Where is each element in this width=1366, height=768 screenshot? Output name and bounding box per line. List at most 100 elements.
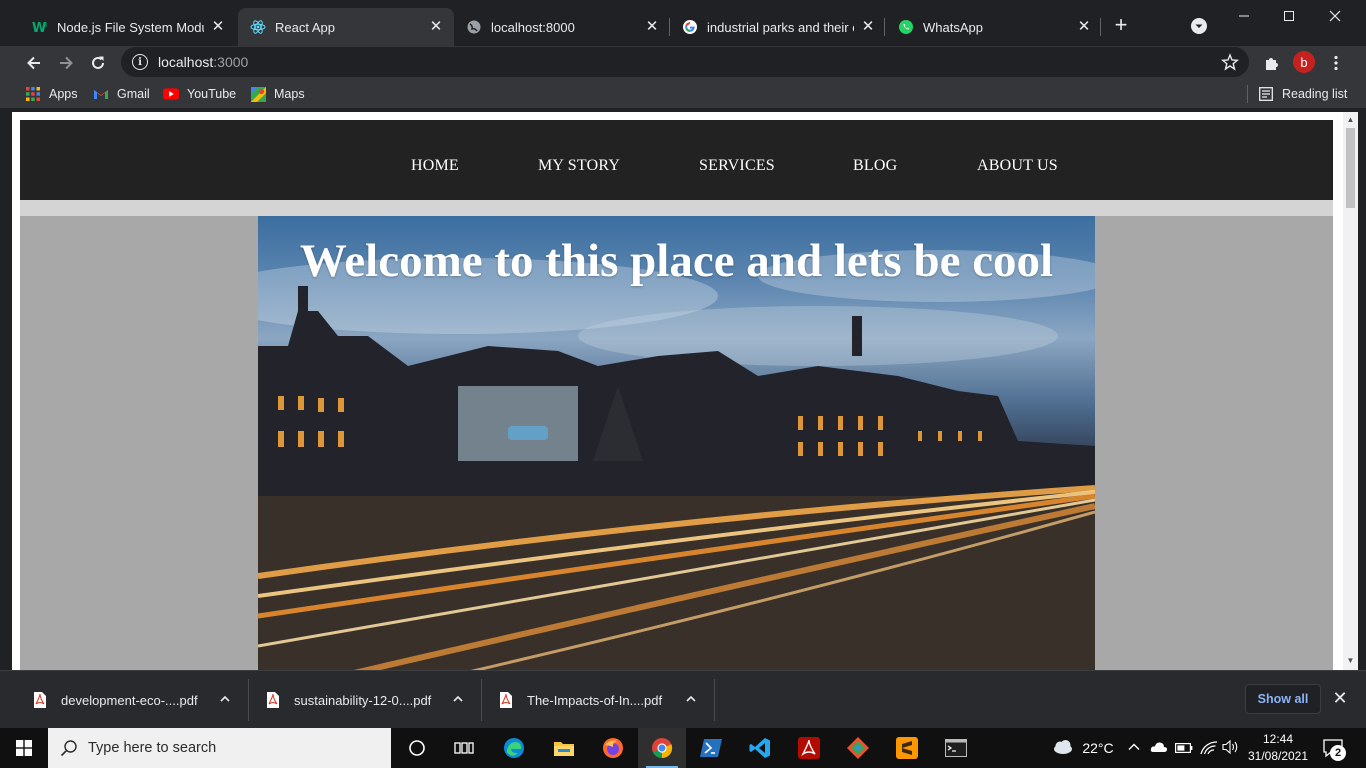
powershell-taskbar-button[interactable]	[687, 728, 735, 768]
back-button[interactable]	[21, 50, 47, 76]
gmail-icon	[93, 86, 109, 102]
page-body: Welcome to this place and lets be cool	[20, 200, 1333, 670]
nav-blog-link[interactable]: BLOG	[853, 157, 897, 175]
new-tab-button[interactable]: +	[1110, 13, 1132, 37]
chrome-menu-button[interactable]	[1323, 50, 1349, 76]
reload-button[interactable]	[85, 50, 111, 76]
task-view-button[interactable]	[440, 728, 488, 768]
download-separator	[248, 679, 249, 721]
edge-taskbar-button[interactable]	[490, 728, 538, 768]
onedrive-cloud-icon[interactable]	[1150, 740, 1168, 759]
minimize-icon	[1239, 15, 1249, 17]
scroll-down-arrow-icon[interactable]: ▼	[1346, 657, 1355, 665]
wifi-icon[interactable]	[1200, 739, 1218, 760]
reading-list-button[interactable]: Reading list	[1258, 85, 1347, 103]
task-view-icon	[454, 742, 474, 754]
firefox-taskbar-button[interactable]	[589, 728, 637, 768]
edge-icon	[504, 738, 524, 758]
sublime-taskbar-button[interactable]	[883, 728, 931, 768]
reading-list-icon	[1258, 86, 1274, 102]
weather-temperature[interactable]: 22°C	[1078, 740, 1118, 756]
close-icon[interactable]: ✕	[1331, 689, 1349, 707]
notifications-button[interactable]: 2	[1322, 738, 1348, 761]
page-scrollbar[interactable]: ▲ ▼	[1343, 112, 1358, 670]
forward-arrow-icon	[60, 56, 73, 70]
tab-localhost-8000[interactable]: localhost:8000 ✕	[454, 8, 670, 46]
file-explorer-taskbar-button[interactable]	[540, 728, 588, 768]
close-window-button[interactable]	[1312, 0, 1358, 32]
download-item[interactable]: development-eco-....pdf	[33, 671, 245, 729]
bookmark-maps[interactable]: Maps	[250, 85, 305, 103]
extensions-button[interactable]	[1259, 50, 1285, 76]
tab-react-app[interactable]: React App ✕	[238, 8, 454, 46]
taskbar-search-input[interactable]: Type here to search	[48, 728, 391, 768]
clock-time[interactable]: 12:44	[1250, 732, 1306, 746]
tab-separator	[884, 18, 885, 36]
close-tab-icon[interactable]: ✕	[1076, 19, 1092, 35]
download-item[interactable]: The-Impacts-of-In....pdf	[499, 671, 711, 729]
battery-icon[interactable]	[1175, 741, 1193, 759]
start-button[interactable]	[0, 728, 48, 768]
reading-list-label: Reading list	[1282, 87, 1348, 101]
scroll-thumb[interactable]	[1346, 128, 1355, 208]
scroll-up-arrow-icon[interactable]: ▲	[1346, 116, 1355, 124]
chevron-up-icon[interactable]	[451, 692, 465, 706]
profile-avatar[interactable]: b	[1293, 51, 1315, 73]
forward-button[interactable]	[53, 50, 79, 76]
tab-strip: W3 Node.js File System Module ✕ React Ap…	[0, 0, 1366, 46]
close-tab-icon[interactable]: ✕	[428, 19, 444, 35]
bookmark-youtube[interactable]: YouTube	[163, 85, 236, 103]
close-tab-icon[interactable]: ✕	[644, 19, 660, 35]
folder-icon	[554, 742, 574, 756]
chevron-up-icon[interactable]	[218, 692, 232, 706]
download-separator	[714, 679, 715, 721]
more-vertical-icon	[1334, 55, 1338, 71]
bookmark-apps[interactable]: Apps	[25, 85, 78, 103]
bookmark-label: YouTube	[187, 87, 237, 101]
hero-image: Welcome to this place and lets be cool	[258, 216, 1095, 670]
chrome-taskbar-button[interactable]	[638, 728, 686, 768]
youtube-icon	[163, 86, 179, 102]
maps-icon	[250, 86, 266, 102]
acrobat-icon	[798, 737, 820, 759]
tab-search-button[interactable]	[1191, 18, 1207, 34]
pdf-file-icon	[500, 692, 512, 708]
chevron-up-icon[interactable]	[1127, 740, 1141, 759]
windows-logo-icon	[16, 740, 32, 756]
nav-services-link[interactable]: SERVICES	[699, 157, 775, 175]
tab-whatsapp[interactable]: WhatsApp ✕	[886, 8, 1102, 46]
chevron-up-icon[interactable]	[684, 692, 698, 706]
terminal-taskbar-button[interactable]	[932, 728, 980, 768]
minimize-button[interactable]	[1221, 0, 1267, 32]
address-bar[interactable]: i localhost:3000	[121, 47, 1249, 77]
whatsapp-icon	[898, 19, 914, 35]
google-icon	[682, 19, 698, 35]
close-tab-icon[interactable]: ✕	[210, 19, 226, 35]
download-item[interactable]: sustainability-12-0....pdf	[266, 671, 478, 729]
site-navbar: HOME MY STORY SERVICES BLOG ABOUT US	[20, 120, 1333, 200]
nav-my-story-link[interactable]: MY STORY	[538, 157, 620, 175]
download-shelf: development-eco-....pdf sustainability-1…	[0, 670, 1366, 728]
close-tab-icon[interactable]: ✕	[860, 19, 876, 35]
bookmarks-bar: Apps Gmail YouTube Maps Reading list	[0, 80, 1366, 108]
tab-nodejs-fs[interactable]: W3 Node.js File System Module ✕	[20, 8, 236, 46]
clock-date[interactable]: 31/08/2021	[1244, 749, 1312, 763]
show-all-downloads-button[interactable]: Show all	[1245, 684, 1321, 714]
page-viewport: HOME MY STORY SERVICES BLOG ABOUT US Wel…	[12, 112, 1343, 670]
acrobat-taskbar-button[interactable]	[785, 728, 833, 768]
cortana-button[interactable]	[393, 728, 441, 768]
w3schools-icon: W3	[32, 19, 48, 35]
site-info-icon[interactable]: i	[132, 54, 148, 70]
bookmark-gmail[interactable]: Gmail	[93, 85, 150, 103]
maximize-button[interactable]	[1266, 0, 1312, 32]
tab-google-search[interactable]: industrial parks and their eco ✕	[670, 8, 886, 46]
nav-home-link[interactable]: HOME	[411, 157, 459, 175]
vscode-taskbar-button[interactable]	[736, 728, 784, 768]
bookmark-star-icon[interactable]	[1220, 53, 1240, 76]
nav-about-us-link[interactable]: ABOUT US	[977, 157, 1058, 175]
git-gui-taskbar-button[interactable]	[834, 728, 882, 768]
url-host: localhost	[158, 54, 214, 70]
weather-cloud-icon[interactable]	[1052, 738, 1074, 761]
volume-icon[interactable]	[1222, 739, 1240, 760]
tab-title: industrial parks and their eco	[707, 19, 854, 35]
